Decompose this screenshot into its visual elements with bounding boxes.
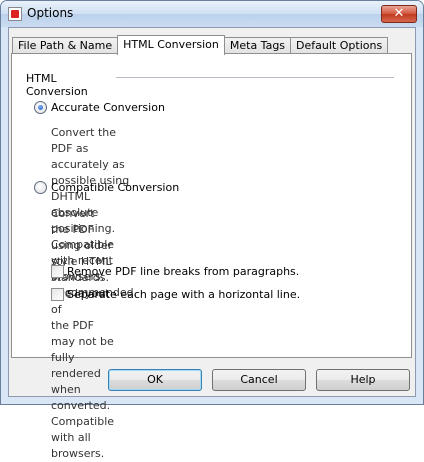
title-bar[interactable]: Options ✕ [1,1,423,27]
accurate-conversion-label[interactable]: Accurate Conversion [51,101,165,114]
compatible-conversion-description: Convert the PDF using older style HTML s… [51,206,114,462]
close-button[interactable]: ✕ [381,5,417,23]
group-title: HTML Conversion [26,72,88,98]
description-line: with all browsers. [51,431,105,460]
compatible-conversion-radio[interactable] [34,181,47,194]
cancel-button[interactable]: Cancel [212,369,306,391]
ok-button[interactable]: OK [108,369,202,391]
window-title: Options [27,6,74,20]
compatible-conversion-label[interactable]: Compatible Conversion [51,181,179,194]
tab-default-options[interactable]: Default Options [290,37,389,54]
tab-file-path-name[interactable]: File Path & Name [12,37,119,54]
app-icon [8,7,22,21]
group-divider [116,77,394,78]
description-line: Convert the PDF using older style HTML s… [51,207,113,316]
tab-meta-tags[interactable]: Meta Tags [223,37,292,54]
remove-line-breaks-checkbox[interactable] [51,265,64,278]
description-line: the PDF may not be fully rendered when c… [51,319,115,428]
help-button[interactable]: Help [316,369,410,391]
tab-html-conversion[interactable]: HTML Conversion [117,35,225,55]
separate-pages-label[interactable]: Separate each page with a horizontal lin… [67,288,300,301]
separate-pages-checkbox[interactable] [51,288,64,301]
accurate-conversion-radio[interactable] [34,101,47,114]
remove-line-breaks-label[interactable]: Remove PDF line breaks from paragraphs. [67,265,299,278]
tab-strip: File Path & Name HTML Conversion Meta Ta… [12,34,389,55]
